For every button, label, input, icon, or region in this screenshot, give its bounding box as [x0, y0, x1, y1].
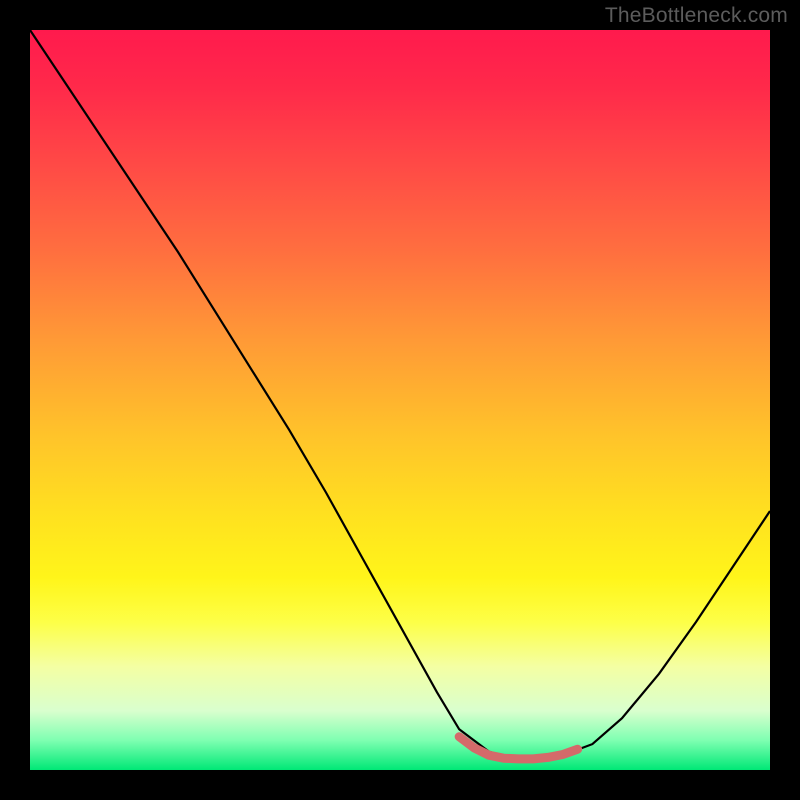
optimal-range-marker	[459, 737, 577, 759]
plot-area	[30, 30, 770, 770]
watermark-text: TheBottleneck.com	[605, 4, 788, 28]
curve-layer	[30, 30, 770, 770]
bottleneck-curve	[30, 30, 770, 759]
chart-frame: TheBottleneck.com	[0, 0, 800, 800]
